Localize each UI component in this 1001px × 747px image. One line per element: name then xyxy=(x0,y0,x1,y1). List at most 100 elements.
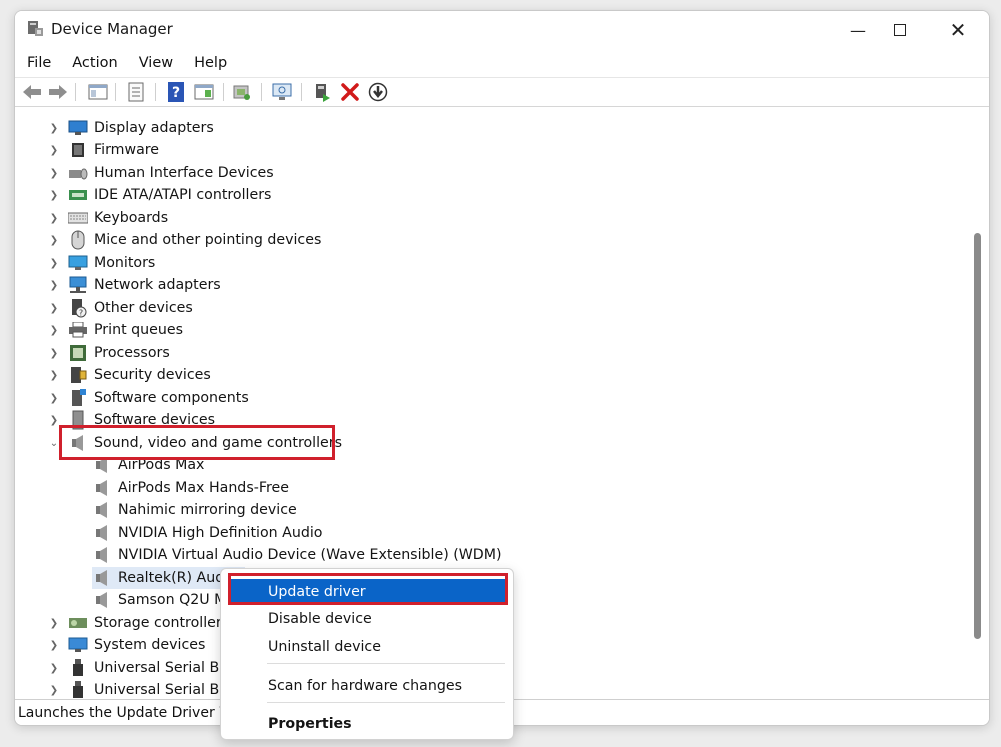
tree-item-mice[interactable]: ❯ Mice and other pointing devices xyxy=(18,229,321,251)
disable-device-button[interactable] xyxy=(367,81,389,103)
tree-child-airpods-max-hands-free[interactable]: AirPods Max Hands-Free xyxy=(18,477,289,499)
context-scan-hardware[interactable]: Scan for hardware changes xyxy=(231,673,505,699)
chevron-right-icon[interactable]: ❯ xyxy=(48,657,60,679)
properties-icon xyxy=(128,82,144,102)
tree-item-label: Nahimic mirroring device xyxy=(118,502,297,518)
tree-item-label: Keyboards xyxy=(94,210,169,226)
highlight-box-update-driver xyxy=(228,573,508,605)
scrollbar-thumb[interactable] xyxy=(974,233,981,639)
toolbar-separator xyxy=(115,83,116,101)
forward-button[interactable] xyxy=(47,81,69,103)
chevron-right-icon[interactable]: ❯ xyxy=(48,634,60,656)
chevron-right-icon[interactable]: ❯ xyxy=(48,139,60,161)
enable-device-button[interactable] xyxy=(311,81,333,103)
chevron-right-icon[interactable]: ❯ xyxy=(48,297,60,319)
menu-action[interactable]: Action xyxy=(60,51,126,75)
tree-item-label: Firmware xyxy=(94,142,160,158)
svg-text:?: ? xyxy=(79,309,83,318)
usb-icon xyxy=(68,681,88,699)
properties-button[interactable] xyxy=(125,81,147,103)
chevron-right-icon[interactable]: ❯ xyxy=(48,207,60,229)
menu-separator xyxy=(267,702,505,703)
chevron-right-icon[interactable]: ❯ xyxy=(48,229,60,251)
tree-item-label: AirPods Max Hands-Free xyxy=(118,480,289,496)
tree-item-processors[interactable]: ❯ Processors xyxy=(18,342,170,364)
close-icon: ✕ xyxy=(949,18,967,42)
chevron-right-icon[interactable]: ❯ xyxy=(48,117,60,139)
chevron-right-icon[interactable]: ❯ xyxy=(48,342,60,364)
chevron-right-icon[interactable]: ❯ xyxy=(48,364,60,386)
tree-item-label: Human Interface Devices xyxy=(94,165,274,181)
keyboard-icon xyxy=(68,209,88,227)
chevron-right-icon[interactable]: ❯ xyxy=(48,162,60,184)
maximize-icon xyxy=(894,24,906,36)
processor-icon xyxy=(68,344,88,362)
toolbar: ? xyxy=(15,77,989,107)
chevron-right-icon[interactable]: ❯ xyxy=(48,319,60,341)
title-bar[interactable]: Device Manager — ✕ xyxy=(15,11,989,49)
context-uninstall-device[interactable]: Uninstall device xyxy=(231,634,505,660)
uninstall-icon xyxy=(341,83,359,101)
tree-item-label: Print queues xyxy=(94,322,183,338)
menu-view[interactable]: View xyxy=(127,51,182,75)
help-icon: ? xyxy=(168,82,184,102)
tree-item-label: Network adapters xyxy=(94,277,221,293)
close-button[interactable]: ✕ xyxy=(929,11,987,49)
scan-computer-button[interactable] xyxy=(231,81,253,103)
tree-item-print-queues[interactable]: ❯ Print queues xyxy=(18,319,183,341)
tree-item-storage-controllers[interactable]: ❯ Storage controllers xyxy=(18,612,229,634)
tree-item-display-adapters[interactable]: ❯ Display adapters xyxy=(18,117,214,139)
scan-hardware-button[interactable] xyxy=(271,81,293,103)
action-pane-button[interactable] xyxy=(193,81,215,103)
speaker-icon xyxy=(92,479,112,497)
tree-item-label: Security devices xyxy=(94,367,211,383)
display-adapter-icon xyxy=(68,119,88,137)
tree-item-human-interface-devices[interactable]: ❯ Human Interface Devices xyxy=(18,162,274,184)
speaker-icon xyxy=(92,591,112,609)
tree-item-label: Mice and other pointing devices xyxy=(94,232,322,248)
chevron-right-icon[interactable]: ❯ xyxy=(48,274,60,296)
tree-item-monitors[interactable]: ❯ Monitors xyxy=(18,252,156,274)
menu-help[interactable]: Help xyxy=(182,51,236,75)
tree-item-other-devices[interactable]: ❯ ? Other devices xyxy=(18,297,193,319)
maximize-button[interactable] xyxy=(871,11,929,49)
toolbar-separator xyxy=(155,83,156,101)
usb-icon xyxy=(68,659,88,677)
context-disable-device[interactable]: Disable device xyxy=(231,606,505,632)
chevron-right-icon[interactable]: ❯ xyxy=(48,387,60,409)
uninstall-device-button[interactable] xyxy=(339,81,361,103)
tree-item-label: Other devices xyxy=(94,300,193,316)
action-pane-icon xyxy=(194,84,214,100)
speaker-icon xyxy=(92,546,112,564)
tree-item-label: Storage controllers xyxy=(94,615,230,631)
chevron-right-icon[interactable]: ❯ xyxy=(48,184,60,206)
tree-child-nvidia-hd-audio[interactable]: NVIDIA High Definition Audio xyxy=(18,522,322,544)
device-manager-icon xyxy=(26,20,44,38)
tree-item-label: System devices xyxy=(94,637,206,653)
tree-item-label: Monitors xyxy=(94,255,156,271)
chevron-right-icon[interactable]: ❯ xyxy=(48,679,60,701)
back-button[interactable] xyxy=(21,81,43,103)
tree-item-firmware[interactable]: ❯ Firmware xyxy=(18,139,159,161)
tree-item-label: IDE ATA/ATAPI controllers xyxy=(94,187,272,203)
tree-item-software-components[interactable]: ❯ Software components xyxy=(18,387,249,409)
tree-item-network-adapters[interactable]: ❯ Network adapters xyxy=(18,274,221,296)
menu-file[interactable]: File xyxy=(15,51,60,75)
tree-item-security-devices[interactable]: ❯ Security devices xyxy=(18,364,211,386)
tree-item-ide-ata-atapi-controllers[interactable]: ❯ IDE ATA/ATAPI controllers xyxy=(18,184,272,206)
tree-item-label: Processors xyxy=(94,345,170,361)
hid-icon xyxy=(68,164,88,182)
show-hide-console-tree-button[interactable] xyxy=(87,81,109,103)
help-button[interactable]: ? xyxy=(165,81,187,103)
firmware-icon xyxy=(68,141,88,159)
tree-child-nahimic[interactable]: Nahimic mirroring device xyxy=(18,499,297,521)
tree-child-nvidia-virtual-audio[interactable]: NVIDIA Virtual Audio Device (Wave Extens… xyxy=(18,544,502,566)
menu-separator xyxy=(267,663,505,664)
context-properties[interactable]: Properties xyxy=(231,711,505,737)
tree-item-keyboards[interactable]: ❯ Keyboards xyxy=(18,207,168,229)
storage-controller-icon xyxy=(68,614,88,632)
speaker-icon xyxy=(92,569,112,587)
chevron-right-icon[interactable]: ❯ xyxy=(48,252,60,274)
tree-item-system-devices[interactable]: ❯ System devices xyxy=(18,634,206,656)
chevron-right-icon[interactable]: ❯ xyxy=(48,612,60,634)
